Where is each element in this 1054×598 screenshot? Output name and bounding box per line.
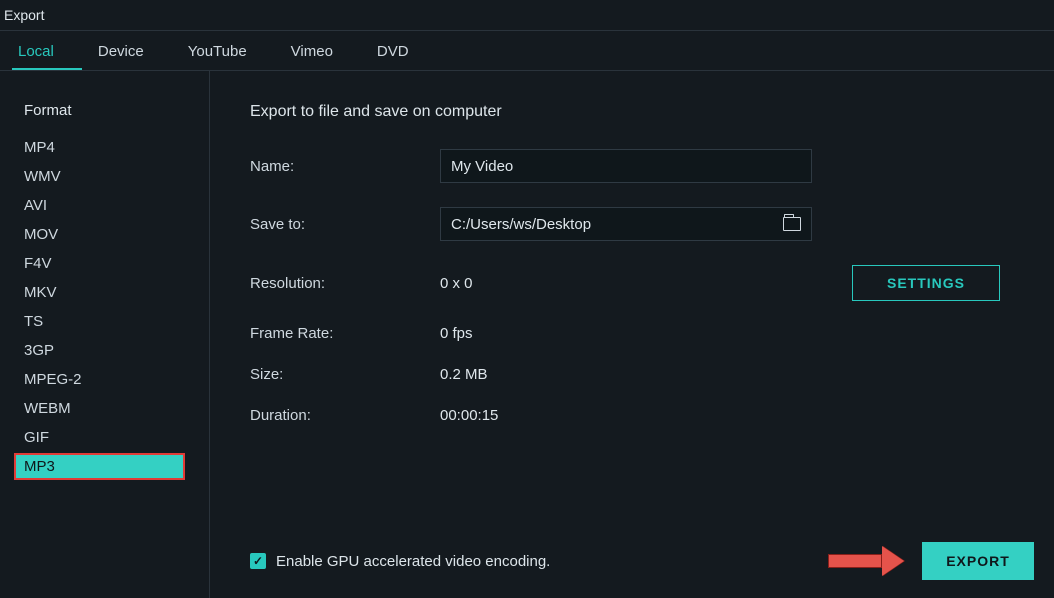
format-item-mp4[interactable]: MP4	[0, 133, 209, 162]
tab-bar: Local Device YouTube Vimeo DVD	[0, 31, 1054, 71]
resolution-value: 0 x 0	[440, 275, 473, 292]
tab-dvd[interactable]: DVD	[371, 33, 437, 70]
row-name: Name:	[250, 149, 1014, 183]
settings-button[interactable]: SETTINGS	[852, 265, 1000, 301]
name-label: Name:	[250, 158, 440, 175]
format-sidebar: Format MP4 WMV AVI MOV F4V MKV TS 3GP MP…	[0, 71, 210, 598]
row-duration: Duration: 00:00:15	[250, 407, 1014, 424]
saveto-value: C:/Users/ws/Desktop	[451, 216, 591, 233]
resolution-label: Resolution:	[250, 275, 440, 292]
tab-vimeo[interactable]: Vimeo	[285, 33, 361, 70]
format-item-avi[interactable]: AVI	[0, 191, 209, 220]
row-framerate: Frame Rate: 0 fps	[250, 325, 1014, 342]
saveto-label: Save to:	[250, 216, 440, 233]
export-button[interactable]: EXPORT	[922, 542, 1034, 580]
format-heading: Format	[0, 96, 209, 133]
format-item-3gp[interactable]: 3GP	[0, 336, 209, 365]
format-item-f4v[interactable]: F4V	[0, 249, 209, 278]
tab-device[interactable]: Device	[92, 33, 172, 70]
format-item-mkv[interactable]: MKV	[0, 278, 209, 307]
duration-label: Duration:	[250, 407, 440, 424]
window-title: Export	[4, 7, 44, 23]
format-item-gif[interactable]: GIF	[0, 423, 209, 452]
name-input[interactable]	[440, 149, 812, 183]
row-size: Size: 0.2 MB	[250, 366, 1014, 383]
window-title-bar: Export	[0, 0, 1054, 30]
format-item-ts[interactable]: TS	[0, 307, 209, 336]
gpu-label: Enable GPU accelerated video encoding.	[276, 553, 550, 570]
framerate-value: 0 fps	[440, 325, 473, 342]
format-item-webm[interactable]: WEBM	[0, 394, 209, 423]
folder-icon[interactable]	[783, 217, 801, 231]
format-item-mpeg2[interactable]: MPEG-2	[0, 365, 209, 394]
row-save-to: Save to: C:/Users/ws/Desktop	[250, 207, 1014, 241]
tab-local[interactable]: Local	[12, 33, 82, 70]
row-resolution: Resolution: 0 x 0 SETTINGS	[250, 265, 1014, 301]
export-settings-panel: Export to file and save on computer Name…	[210, 71, 1054, 598]
dialog-body: Format MP4 WMV AVI MOV F4V MKV TS 3GP MP…	[0, 71, 1054, 598]
format-item-wmv[interactable]: WMV	[0, 162, 209, 191]
saveto-field[interactable]: C:/Users/ws/Desktop	[440, 207, 812, 241]
bottom-bar: Enable GPU accelerated video encoding. E…	[250, 542, 1054, 580]
panel-title: Export to file and save on computer	[250, 103, 1014, 121]
gpu-checkbox[interactable]	[250, 553, 266, 569]
format-item-mov[interactable]: MOV	[0, 220, 209, 249]
size-value: 0.2 MB	[440, 366, 488, 383]
duration-value: 00:00:15	[440, 407, 498, 424]
framerate-label: Frame Rate:	[250, 325, 440, 342]
tab-youtube[interactable]: YouTube	[182, 33, 275, 70]
size-label: Size:	[250, 366, 440, 383]
format-item-mp3[interactable]: MP3	[0, 452, 209, 481]
